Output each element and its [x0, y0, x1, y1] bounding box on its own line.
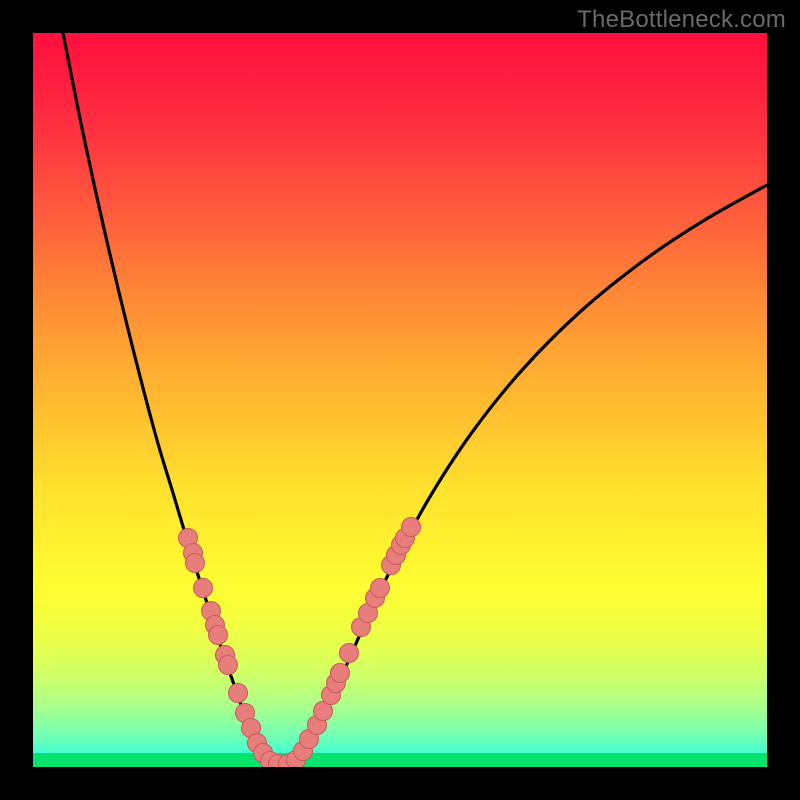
outer-frame: TheBottleneck.com — [0, 0, 800, 800]
data-marker — [402, 518, 421, 537]
chart-svg — [33, 33, 767, 767]
data-marker — [186, 554, 205, 573]
plot-area — [33, 33, 767, 767]
curve-group — [63, 33, 767, 766]
data-marker — [371, 579, 390, 598]
series-left-curve — [63, 33, 271, 763]
data-marker — [331, 664, 350, 683]
data-marker — [340, 644, 359, 663]
data-marker — [219, 656, 238, 675]
data-marker — [194, 579, 213, 598]
data-marker — [229, 684, 248, 703]
watermark-text: TheBottleneck.com — [577, 6, 786, 34]
marker-group — [179, 518, 421, 768]
data-marker — [209, 626, 228, 645]
series-right-curve — [295, 185, 767, 763]
